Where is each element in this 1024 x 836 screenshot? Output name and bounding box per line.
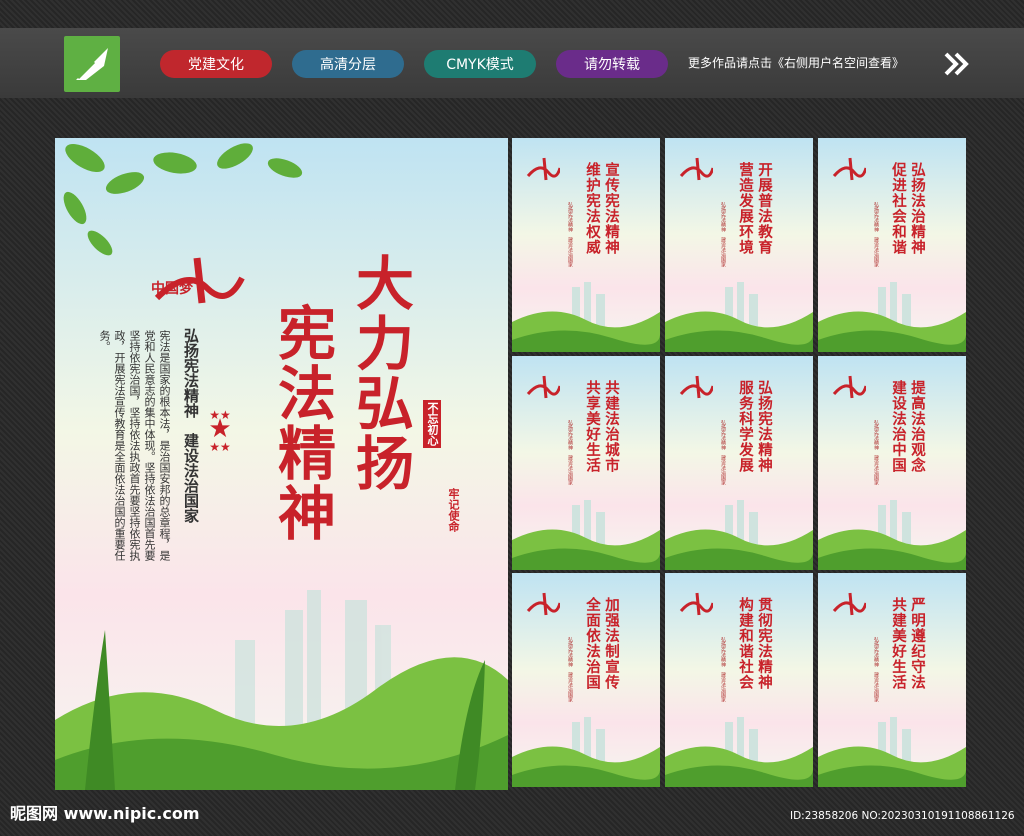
small-poster-line2: 共建美好生活 [890, 597, 907, 690]
small-poster-line2: 全面依法治国 [584, 597, 601, 690]
tag-label: CMYK模式 [446, 57, 514, 73]
main-slogan: 弘扬宪法精神 建设法治国家 [182, 328, 200, 523]
small-poster-subtitle: 弘扬宪法精神 建设法治国家 [567, 202, 573, 267]
small-poster-line2: 服务科学发展 [737, 380, 754, 473]
small-poster: 开展普法教育 营造发展环境 弘扬宪法精神 建设法治国家 [665, 138, 813, 352]
small-poster-line2: 建设法治中国 [890, 380, 907, 473]
china-dream-mini-logo-icon [832, 375, 866, 399]
landscape-hills-icon [665, 500, 813, 570]
main-title-line1: 大力弘扬 [346, 253, 414, 493]
small-poster-subtitle: 弘扬宪法精神 建设法治国家 [720, 202, 726, 267]
small-poster: 加强法制宣传 全面依法治国 弘扬宪法精神 建设法治国家 [512, 573, 660, 787]
tag-cmyk[interactable]: CMYK模式 [424, 50, 536, 78]
small-poster: 贯彻宪法精神 构建和谐社会 弘扬宪法精神 建设法治国家 [665, 573, 813, 787]
china-dream-logo: 中国梦 [147, 248, 247, 322]
image-id: ID:23858206 NO:20230310191108861126 [790, 810, 1015, 822]
tag-hd-layers[interactable]: 高清分层 [292, 50, 404, 78]
small-poster-subtitle: 弘扬宪法精神 建设法治国家 [720, 637, 726, 702]
landscape-hills-icon [512, 717, 660, 787]
china-dream-mini-logo-icon [526, 375, 560, 399]
small-poster-subtitle: 弘扬宪法精神 建设法治国家 [873, 637, 879, 702]
china-dream-mini-logo-icon [832, 157, 866, 181]
small-poster: 弘扬宪法精神 服务科学发展 弘扬宪法精神 建设法治国家 [665, 356, 813, 570]
small-poster: 弘扬法治精神 促进社会和谐 弘扬宪法精神 建设法治国家 [818, 138, 966, 352]
main-title-line2: 宪法精神 [268, 303, 336, 543]
china-dream-mini-logo-icon [526, 157, 560, 181]
landscape-hills-icon [665, 717, 813, 787]
main-poster: 中国梦 大力弘扬 宪法精神 弘扬宪法精神 建设法治国家 ★★ ★ ★★ 宪法是国家的… [55, 138, 508, 790]
tag-label: 高清分层 [320, 57, 376, 73]
landscape-hills-icon [818, 500, 966, 570]
small-poster-line2: 共享美好生活 [584, 380, 601, 473]
logo-text: 中国梦 [151, 281, 193, 297]
small-poster: 宣传宪法精神 维护宪法权威 弘扬宪法精神 建设法治国家 [512, 138, 660, 352]
landscape-hills-icon [55, 590, 508, 790]
small-poster-subtitle: 弘扬宪法精神 建设法治国家 [873, 202, 879, 267]
more-works-link[interactable]: 更多作品请点击《右侧用户名空间查看》 [688, 54, 904, 71]
site-watermark: 昵图网 www.nipic.com [10, 804, 200, 823]
small-poster-line2: 构建和谐社会 [737, 597, 754, 690]
small-poster-line1: 弘扬法治精神 [909, 162, 926, 255]
small-poster-line1: 严明遵纪守法 [909, 597, 926, 690]
small-poster: 共建法治城市 共享美好生活 弘扬宪法精神 建设法治国家 [512, 356, 660, 570]
small-poster-line1: 弘扬宪法精神 [756, 380, 773, 473]
small-poster-line1: 贯彻宪法精神 [756, 597, 773, 690]
small-poster-line1: 开展普法教育 [756, 162, 773, 255]
landscape-hills-icon [512, 500, 660, 570]
china-dream-mini-logo-icon [526, 592, 560, 616]
small-poster-subtitle: 弘扬宪法精神 建设法治国家 [720, 420, 726, 485]
tag-label: 党建文化 [188, 57, 244, 73]
china-dream-mini-logo-icon [832, 592, 866, 616]
small-poster-line1: 共建法治城市 [603, 380, 620, 473]
china-dream-mini-logo-icon [679, 592, 713, 616]
small-poster-line2: 维护宪法权威 [584, 162, 601, 255]
small-poster-line2: 营造发展环境 [737, 162, 754, 255]
china-dream-mini-logo-icon [679, 375, 713, 399]
small-poster-subtitle: 弘扬宪法精神 建设法治国家 [567, 637, 573, 702]
small-poster: 严明遵纪守法 共建美好生活 弘扬宪法精神 建设法治国家 [818, 573, 966, 787]
small-poster-line1: 宣传宪法精神 [603, 162, 620, 255]
double-arrow-icon[interactable] [944, 52, 970, 80]
tag-no-repost[interactable]: 请勿转载 [556, 50, 668, 78]
side-note-2: 牢记使命 [447, 488, 460, 532]
side-note-1: 不忘初心 [423, 400, 441, 448]
small-poster-line1: 加强法制宣传 [603, 597, 620, 690]
tag-party-culture[interactable]: 党建文化 [160, 50, 272, 78]
small-poster-line1: 提高法治观念 [909, 380, 926, 473]
small-poster: 提高法治观念 建设法治中国 弘扬宪法精神 建设法治国家 [818, 356, 966, 570]
star-divider-icon: ★★ ★ ★★ [208, 408, 232, 454]
small-poster-subtitle: 弘扬宪法精神 建设法治国家 [873, 420, 879, 485]
landscape-hills-icon [512, 282, 660, 352]
tag-label: 请勿转载 [584, 57, 640, 73]
site-logo-icon[interactable] [64, 36, 120, 92]
main-body-text: 宪法是国家的根本法，是治国安邦的总章程，是党和人民意志的集中体现。坚持依法治国首… [98, 330, 171, 561]
china-dream-mini-logo-icon [679, 157, 713, 181]
landscape-hills-icon [665, 282, 813, 352]
small-poster-subtitle: 弘扬宪法精神 建设法治国家 [567, 420, 573, 485]
small-poster-line2: 促进社会和谐 [890, 162, 907, 255]
landscape-hills-icon [818, 282, 966, 352]
landscape-hills-icon [818, 717, 966, 787]
